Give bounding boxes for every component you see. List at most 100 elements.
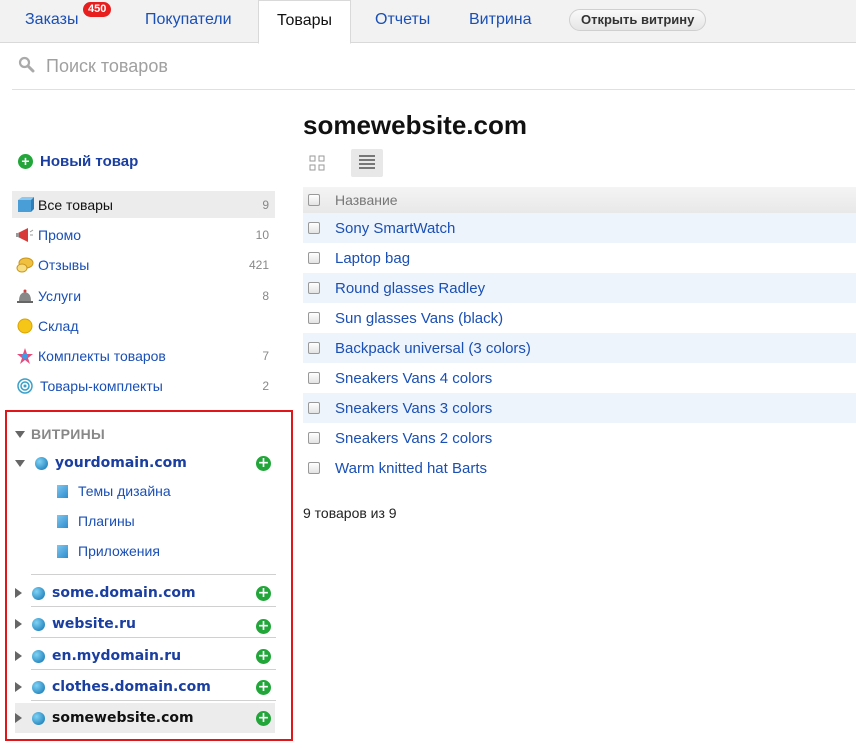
reviews-icon — [16, 257, 34, 272]
storefront-label: yourdomain.com — [55, 455, 187, 471]
sidebar-item-all-products[interactable]: Все товары 9 — [12, 191, 275, 218]
storefront-somewebsite[interactable]: somewebsite.com + — [15, 703, 275, 733]
item-count: 2 — [262, 378, 269, 393]
sidebar-item-label: Склад — [38, 317, 79, 334]
sidebar-item-label: Услуги — [38, 287, 82, 304]
row-checkbox[interactable] — [308, 282, 320, 294]
product-count-text: 9 товаров из 9 — [303, 505, 397, 521]
table-row: Sun glasses Vans (black) — [303, 303, 856, 333]
target-icon — [17, 377, 33, 394]
storefront-label: en.mydomain.ru — [52, 648, 182, 664]
sidebar-item-label: Все товары — [38, 196, 113, 213]
divider — [31, 700, 276, 701]
tab-storefront-label: Витрина — [469, 11, 532, 28]
product-link[interactable]: Sun glasses Vans (black) — [335, 310, 503, 327]
storefront-website-ru[interactable]: website.ru + — [15, 609, 275, 639]
storefront-en-mydomain[interactable]: en.mydomain.ru + — [15, 641, 275, 671]
open-storefront-button[interactable]: Открыть витрину — [569, 9, 707, 31]
storefront-clothes-domain[interactable]: clothes.domain.com + — [15, 672, 275, 702]
expand-arrow-icon[interactable] — [15, 459, 25, 467]
table-row: Sony SmartWatch — [303, 213, 856, 243]
add-page-plus-icon[interactable]: + — [256, 585, 271, 601]
orders-count-badge: 450 — [83, 2, 112, 17]
tab-products[interactable]: Товары — [258, 0, 352, 44]
row-checkbox[interactable] — [308, 222, 320, 234]
row-checkbox[interactable] — [308, 372, 320, 384]
expand-arrow-icon[interactable] — [15, 713, 22, 723]
storefront-some-domain[interactable]: some.domain.com + — [15, 578, 275, 608]
storefronts-heading[interactable]: ВИТРИНЫ — [15, 426, 105, 442]
globe-icon — [32, 649, 45, 663]
storefront-subitem-apps[interactable]: Приложения — [57, 543, 160, 559]
sidebar-item-warehouse[interactable]: Склад — [12, 312, 275, 339]
item-count: 10 — [255, 227, 269, 242]
globe-icon — [32, 617, 45, 631]
list-view-icon — [359, 155, 375, 169]
subitem-label: Темы дизайна — [78, 483, 171, 499]
sidebar-item-services[interactable]: Услуги 8 — [12, 282, 275, 309]
globe-icon — [32, 586, 45, 600]
product-link[interactable]: Sony SmartWatch — [335, 220, 455, 237]
column-name-header[interactable]: Название — [335, 192, 398, 208]
select-all-checkbox[interactable] — [308, 194, 320, 206]
search-bar — [12, 50, 855, 90]
product-link[interactable]: Backpack universal (3 colors) — [335, 340, 531, 357]
page-icon — [57, 514, 68, 528]
item-count: 8 — [262, 288, 269, 303]
new-product-button[interactable]: + Новый товар — [18, 153, 138, 170]
storefront-yourdomain[interactable]: yourdomain.com + — [15, 448, 275, 478]
row-checkbox[interactable] — [308, 402, 320, 414]
row-checkbox[interactable] — [308, 342, 320, 354]
row-checkbox[interactable] — [308, 312, 320, 324]
globe-icon — [35, 456, 48, 470]
sidebar-item-set-products[interactable]: Товары-комплекты 2 — [12, 372, 275, 399]
list-view-button[interactable] — [351, 149, 383, 177]
tab-products-label: Товары — [277, 12, 333, 29]
sidebar-item-reviews[interactable]: Отзывы 421 — [12, 251, 275, 278]
expand-arrow-icon[interactable] — [15, 682, 22, 692]
row-checkbox[interactable] — [308, 252, 320, 264]
plus-icon: + — [18, 154, 33, 169]
product-link[interactable]: Sneakers Vans 2 colors — [335, 430, 492, 447]
divider — [31, 606, 276, 607]
sidebar-item-label: Товары-комплекты — [40, 377, 163, 394]
grid-view-icon[interactable] — [309, 155, 325, 171]
sidebar-item-label: Промо — [38, 226, 82, 243]
row-checkbox[interactable] — [308, 432, 320, 444]
item-count: 7 — [262, 348, 269, 363]
product-link[interactable]: Sneakers Vans 4 colors — [335, 370, 492, 387]
sidebar-item-label: Комплекты товаров — [38, 347, 166, 364]
add-page-plus-icon[interactable]: + — [256, 679, 271, 695]
row-checkbox[interactable] — [308, 462, 320, 474]
table-row: Sneakers Vans 2 colors — [303, 423, 856, 453]
storefront-subitem-themes[interactable]: Темы дизайна — [57, 483, 171, 499]
expand-arrow-icon[interactable] — [15, 619, 22, 629]
storefronts-section: ВИТРИНЫ yourdomain.com + Темы дизайна Пл… — [5, 410, 293, 741]
collapse-arrow-icon — [15, 431, 25, 438]
add-page-plus-icon[interactable]: + — [256, 619, 271, 634]
item-count: 9 — [262, 197, 269, 212]
product-link[interactable]: Warm knitted hat Barts — [335, 460, 487, 477]
storefront-label: some.domain.com — [52, 585, 196, 601]
product-link[interactable]: Sneakers Vans 3 colors — [335, 400, 492, 417]
storefront-label: website.ru — [52, 616, 136, 632]
product-link[interactable]: Round glasses Radley — [335, 280, 485, 297]
tab-reports[interactable]: Отчеты — [375, 0, 430, 43]
storefront-label: clothes.domain.com — [52, 679, 211, 695]
product-link[interactable]: Laptop bag — [335, 250, 410, 267]
expand-arrow-icon[interactable] — [15, 651, 22, 661]
new-product-label: Новый товар — [40, 153, 139, 170]
tab-customers[interactable]: Покупатели — [145, 0, 232, 43]
tab-storefront[interactable]: Витрина — [469, 0, 532, 43]
add-page-plus-icon[interactable]: + — [256, 710, 271, 726]
sidebar-item-product-sets[interactable]: Комплекты товаров 7 — [12, 342, 275, 369]
table-header: Название — [303, 187, 856, 214]
expand-arrow-icon[interactable] — [15, 588, 22, 598]
tab-orders[interactable]: Заказы — [25, 0, 78, 43]
search-input[interactable] — [46, 53, 646, 79]
box-icon — [18, 196, 34, 212]
add-page-plus-icon[interactable]: + — [256, 455, 271, 471]
add-page-plus-icon[interactable]: + — [256, 648, 271, 664]
storefront-subitem-plugins[interactable]: Плагины — [57, 513, 135, 529]
sidebar-item-promo[interactable]: Промо 10 — [12, 221, 275, 248]
